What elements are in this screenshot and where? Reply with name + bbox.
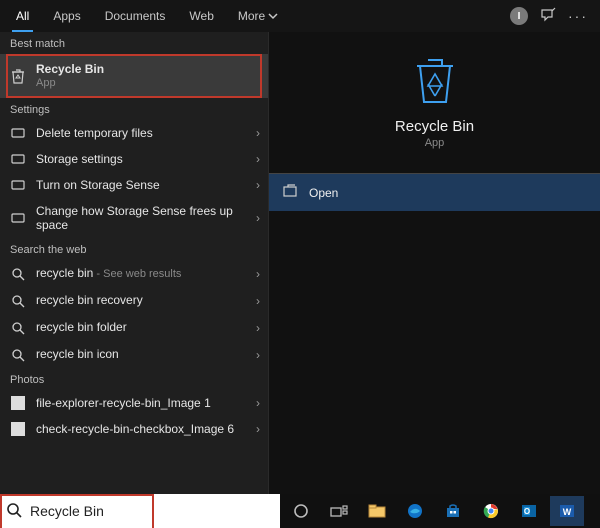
search-bar[interactable] xyxy=(0,494,280,528)
result-label: file-explorer-recycle-bin_Image 1 xyxy=(36,396,250,410)
search-icon xyxy=(8,267,28,281)
preview-subtitle: App xyxy=(425,137,445,149)
taskbar-cortana-icon[interactable] xyxy=(284,496,318,526)
chevron-right-icon: › xyxy=(256,211,260,225)
chevron-right-icon: › xyxy=(256,126,260,140)
svg-text:O: O xyxy=(524,507,530,516)
feedback-icon[interactable] xyxy=(540,8,556,24)
action-open[interactable]: Open xyxy=(269,174,600,211)
section-settings: Settings xyxy=(0,98,268,120)
tab-all[interactable]: All xyxy=(4,0,41,32)
result-web[interactable]: recycle bin - See web results › xyxy=(0,260,268,287)
result-label: Delete temporary files xyxy=(36,126,250,140)
recycle-bin-icon xyxy=(8,68,28,84)
open-icon xyxy=(283,184,299,201)
settings-row-icon xyxy=(8,152,28,166)
search-icon xyxy=(8,321,28,335)
section-best-match: Best match xyxy=(0,32,268,54)
result-label: check-recycle-bin-checkbox_Image 6 xyxy=(36,422,250,436)
section-web: Search the web xyxy=(0,238,268,260)
taskbar-word-icon[interactable]: W xyxy=(550,496,584,526)
chevron-right-icon: › xyxy=(256,422,260,436)
action-open-label: Open xyxy=(309,186,338,200)
result-setting[interactable]: Change how Storage Sense frees up space … xyxy=(0,198,268,238)
search-icon xyxy=(6,502,22,521)
chevron-down-icon xyxy=(269,12,277,20)
result-setting[interactable]: Delete temporary files › xyxy=(0,120,268,146)
account-avatar[interactable]: I xyxy=(510,7,528,25)
result-web[interactable]: recycle bin recovery › xyxy=(0,287,268,314)
result-setting[interactable]: Turn on Storage Sense › xyxy=(0,172,268,198)
result-label: Storage settings xyxy=(36,152,250,166)
result-label: recycle bin recovery xyxy=(36,293,250,308)
search-input[interactable] xyxy=(28,502,274,520)
preview-header: Recycle Bin App xyxy=(269,32,600,163)
chevron-right-icon: › xyxy=(256,178,260,192)
taskbar-store-icon[interactable] xyxy=(436,496,470,526)
preview-pane: Recycle Bin App Open xyxy=(268,32,600,494)
result-label: recycle bin folder xyxy=(36,320,250,335)
image-thumb-icon xyxy=(8,396,28,410)
tab-more-label: More xyxy=(238,0,265,32)
more-options-icon[interactable]: ··· xyxy=(568,8,588,24)
result-photo[interactable]: file-explorer-recycle-bin_Image 1 › xyxy=(0,390,268,416)
chevron-right-icon: › xyxy=(256,152,260,166)
taskbar-edge-icon[interactable] xyxy=(398,496,432,526)
result-label: Change how Storage Sense frees up space xyxy=(36,204,250,232)
tab-documents[interactable]: Documents xyxy=(93,0,178,32)
section-photos: Photos xyxy=(0,368,268,390)
result-label: recycle bin - See web results xyxy=(36,266,250,281)
main-split: Best match Recycle Bin App Settings Dele… xyxy=(0,32,600,494)
result-label: recycle bin icon xyxy=(36,347,250,362)
result-web[interactable]: recycle bin icon › xyxy=(0,341,268,368)
image-thumb-icon xyxy=(8,422,28,436)
taskbar: O W xyxy=(280,494,600,528)
settings-row-icon xyxy=(8,178,28,192)
recycle-bin-large-icon xyxy=(408,52,462,106)
svg-text:W: W xyxy=(563,507,572,517)
results-pane: Best match Recycle Bin App Settings Dele… xyxy=(0,32,268,494)
result-text: Recycle Bin App xyxy=(36,62,260,90)
result-web[interactable]: recycle bin folder › xyxy=(0,314,268,341)
result-photo[interactable]: check-recycle-bin-checkbox_Image 6 › xyxy=(0,416,268,442)
search-icon xyxy=(8,348,28,362)
taskbar-outlook-icon[interactable]: O xyxy=(512,496,546,526)
preview-title: Recycle Bin xyxy=(395,118,474,135)
tab-web[interactable]: Web xyxy=(177,0,225,32)
result-setting[interactable]: Storage settings › xyxy=(0,146,268,172)
tab-more[interactable]: More xyxy=(226,0,289,32)
search-icon xyxy=(8,294,28,308)
chevron-right-icon: › xyxy=(256,294,260,308)
result-best-match[interactable]: Recycle Bin App xyxy=(0,54,268,98)
titlebar-right: I ··· xyxy=(510,7,596,25)
settings-row-icon xyxy=(8,211,28,225)
tab-apps[interactable]: Apps xyxy=(41,0,92,32)
chevron-right-icon: › xyxy=(256,396,260,410)
taskbar-chrome-icon[interactable] xyxy=(474,496,508,526)
taskbar-taskview-icon[interactable] xyxy=(322,496,356,526)
taskbar-explorer-icon[interactable] xyxy=(360,496,394,526)
chevron-right-icon: › xyxy=(256,267,260,281)
settings-row-icon xyxy=(8,126,28,140)
result-label: Turn on Storage Sense xyxy=(36,178,250,192)
chevron-right-icon: › xyxy=(256,321,260,335)
search-tabs: All Apps Documents Web More I ··· xyxy=(0,0,600,32)
chevron-right-icon: › xyxy=(256,348,260,362)
